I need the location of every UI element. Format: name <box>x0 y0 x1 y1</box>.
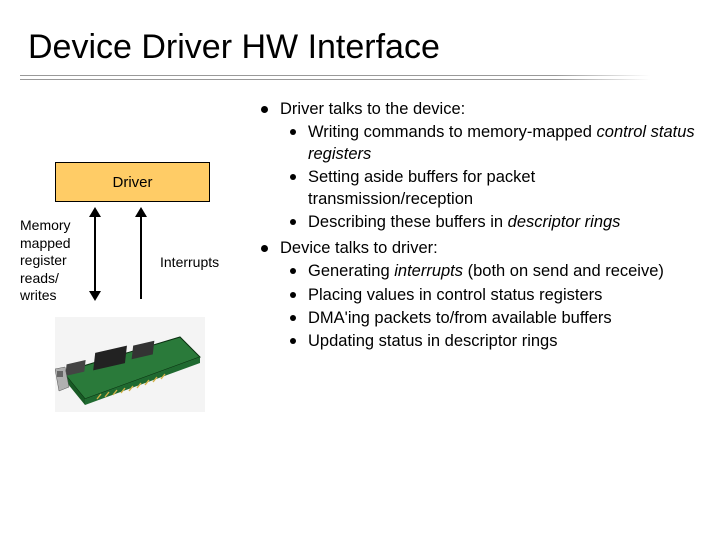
bullet-text: Generating <box>308 262 394 280</box>
interrupts-label: Interrupts <box>160 254 219 270</box>
bullet-text: Describing these buffers in <box>308 213 508 231</box>
bullet-driver-talks: Driver talks to the device: Writing comm… <box>258 99 698 234</box>
bidirectional-arrow-icon <box>94 209 96 299</box>
up-arrow-icon <box>140 209 142 299</box>
sub-bullet: Setting aside buffers for packet transmi… <box>280 167 698 210</box>
sub-bullet: Generating interrupts (both on send and … <box>280 261 698 282</box>
bullet-text: Writing commands to memory-mapped <box>308 123 597 141</box>
bullet-italic: interrupts <box>394 262 463 280</box>
slide-content: Driver Memory mapped register reads/ wri… <box>0 77 720 527</box>
sub-bullet: Updating status in descriptor rings <box>280 331 698 352</box>
bullet-content: Driver talks to the device: Writing comm… <box>258 99 698 357</box>
bullet-text: (both on send and receive) <box>463 262 664 280</box>
bullet-text: Updating status in descriptor rings <box>308 332 557 350</box>
bullet-text: Setting aside buffers for packet transmi… <box>308 168 535 207</box>
slide-title: Device Driver HW Interface <box>0 0 720 75</box>
mm-register-label: Memory mapped register reads/ writes <box>20 217 85 305</box>
bullet-text: DMA'ing packets to/from available buffer… <box>308 309 612 327</box>
sub-bullet: Placing values in control status registe… <box>280 285 698 306</box>
bullet-device-talks: Device talks to driver: Generating inter… <box>258 238 698 353</box>
bullet-text: Device talks to driver: <box>280 239 438 257</box>
sub-bullet: DMA'ing packets to/from available buffer… <box>280 308 698 329</box>
sub-bullet: Describing these buffers in descriptor r… <box>280 212 698 233</box>
sub-bullet: Writing commands to memory-mapped contro… <box>280 122 698 165</box>
bullet-italic: descriptor rings <box>508 213 621 231</box>
driver-box: Driver <box>55 162 210 202</box>
bullet-text: Driver talks to the device: <box>280 100 465 118</box>
bullet-text: Placing values in control status registe… <box>308 286 602 304</box>
network-card-icon <box>55 317 205 412</box>
